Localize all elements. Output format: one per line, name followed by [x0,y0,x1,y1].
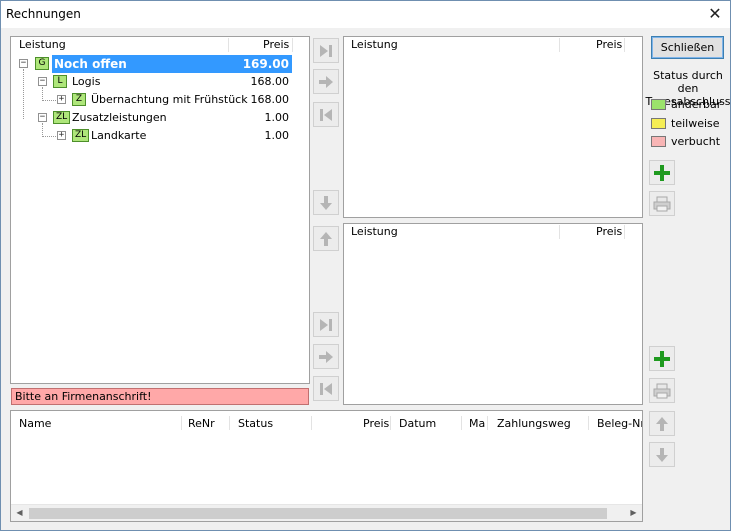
skip-right-icon [320,44,332,57]
horizontal-scrollbar[interactable]: ◀ ▶ [11,504,642,521]
invoice-table[interactable]: Name ReNr Status Preis Datum Ma Zahlungs… [10,410,643,522]
collapse-toggle-icon[interactable]: − [19,59,28,68]
scroll-left-icon[interactable]: ◀ [11,505,28,521]
skip-left-icon [320,382,332,395]
legend-swatch-teilweise [651,118,666,129]
address-warning: Bitte an Firmenanschrift! [11,388,309,405]
tree-row-selected-highlight: Noch offen 169.00 [52,55,292,73]
column-header-status[interactable]: Status [238,416,273,433]
column-header-preis[interactable]: Preis [263,37,289,54]
tree-row-uebernachtung[interactable]: + Z Übernachtung mit Frühstück 168.00 [11,91,309,109]
title-bar: Rechnungen ✕ [1,1,730,28]
tree-row-landkarte[interactable]: + ZL Landkarte 1.00 [11,127,309,145]
tree-row-value: 169.00 [242,57,289,71]
legend-label-teilweise: teilweise [671,117,720,130]
scrollbar-thumb[interactable] [29,508,607,519]
print-upper-button[interactable] [649,191,675,216]
tree-row-value: 168.00 [250,75,290,88]
group-tag-icon: G [35,57,49,70]
column-header-renr[interactable]: ReNr [188,416,215,433]
legend-swatch-aenderbar [651,99,666,110]
arrow-right-icon [319,350,333,363]
invoice-tree-panel[interactable]: Leistung Preis − G Noch offen 169.00 − L… [10,36,310,384]
move-down-button[interactable] [313,190,339,215]
tree-row-value: 168.00 [250,93,290,106]
row-down-button[interactable] [649,442,675,467]
tree-row-label: Übernachtung mit Frühstück [91,93,248,106]
scroll-right-icon[interactable]: ▶ [625,505,642,521]
arrow-down-icon [320,195,332,210]
close-icon[interactable]: ✕ [700,1,730,28]
skip-right-icon [320,318,332,331]
arrow-up-icon [656,416,668,431]
collapse-toggle-icon[interactable]: − [38,77,47,86]
column-header-leistung[interactable]: Leistung [19,37,66,54]
schliessen-button[interactable]: Schließen [651,36,724,59]
printer-icon [653,196,671,211]
legend-label-verbucht: verbucht [671,135,721,148]
legend-label-aenderbar: änderbar [671,98,722,111]
column-header-preis[interactable]: Preis [596,37,622,54]
expand-toggle-icon[interactable]: + [57,95,66,104]
move-all-left-lower-button[interactable] [313,376,339,401]
rechnungen-window: Rechnungen ✕ Leistung Preis − G Noch off… [0,0,731,531]
arrow-up-icon [320,231,332,246]
printer-icon [653,383,671,398]
move-right-button[interactable] [313,69,339,94]
row-up-button[interactable] [649,411,675,436]
collapse-toggle-icon[interactable]: − [38,113,47,122]
move-right-lower-button[interactable] [313,344,339,369]
column-header-ma[interactable]: Ma [469,416,485,433]
tree-row-label: Logis [72,75,101,88]
add-upper-button[interactable] [649,160,675,185]
tree-row-logis[interactable]: − L Logis 168.00 [11,73,309,91]
item-tag-icon: Z [72,93,86,106]
arrow-down-icon [656,447,668,462]
move-all-left-button[interactable] [313,102,339,127]
column-header-name[interactable]: Name [19,416,51,433]
column-header-leistung[interactable]: Leistung [351,224,398,241]
zusatz-item-tag-icon: ZL [72,129,90,142]
tree-row-value: 1.00 [264,129,290,142]
zusatz-tag-icon: ZL [53,111,71,124]
column-header-preis[interactable]: Preis [363,416,389,433]
move-all-right-lower-button[interactable] [313,312,339,337]
logis-tag-icon: L [53,75,67,88]
move-all-right-button[interactable] [313,38,339,63]
window-title: Rechnungen [6,7,81,21]
lower-invoice-list[interactable]: Leistung Preis [343,223,643,405]
tree-row-label: Zusatzleistungen [72,111,167,124]
column-header-beleg-nr[interactable]: Beleg-Nr [597,416,642,433]
tree-row-zusatzleistungen[interactable]: − ZL Zusatzleistungen 1.00 [11,109,309,127]
skip-left-icon [320,108,332,121]
column-header-datum[interactable]: Datum [399,416,436,433]
print-lower-button[interactable] [649,378,675,403]
add-lower-button[interactable] [649,346,675,371]
upper-invoice-list[interactable]: Leistung Preis [343,36,643,218]
plus-icon [654,350,670,367]
tree-row-noch-offen[interactable]: − G Noch offen 169.00 [11,55,309,73]
legend-swatch-verbucht [651,136,666,147]
column-header-preis[interactable]: Preis [596,224,622,241]
plus-icon [654,164,670,181]
tree-row-label: Landkarte [91,129,147,142]
expand-toggle-icon[interactable]: + [57,131,66,140]
arrow-right-icon [319,75,333,88]
move-up-button[interactable] [313,226,339,251]
column-header-leistung[interactable]: Leistung [351,37,398,54]
tree-row-label: Noch offen [54,57,127,71]
tree-row-value: 1.00 [264,111,290,124]
column-header-zahlungsweg[interactable]: Zahlungsweg [497,416,571,433]
